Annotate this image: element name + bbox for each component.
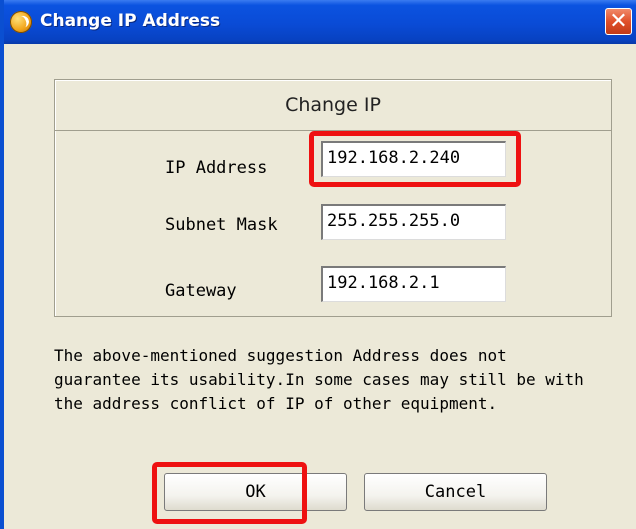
group-header: Change IP — [54, 79, 612, 131]
ip-address-label: IP Address — [165, 158, 268, 178]
app-icon — [10, 11, 32, 33]
close-icon: ✕ — [609, 8, 628, 34]
close-button[interactable]: ✕ — [605, 8, 632, 35]
title-bar[interactable]: Change IP Address ✕ — [4, 0, 636, 44]
subnet-mask-label: Subnet Mask — [165, 215, 278, 235]
cancel-button[interactable]: Cancel — [364, 473, 547, 511]
usability-notice: The above-mentioned suggestion Address d… — [54, 346, 584, 413]
ip-address-highlight — [309, 131, 521, 187]
group-title: Change IP — [285, 94, 381, 116]
ok-button-highlight — [152, 462, 307, 524]
subnet-mask-input[interactable]: 255.255.255.0 — [321, 204, 506, 240]
gateway-input[interactable]: 192.168.2.1 — [321, 266, 506, 302]
change-ip-dialog: Change IP Address ✕ Change IP IP Address… — [0, 0, 636, 529]
gateway-label: Gateway — [165, 281, 237, 301]
window-title: Change IP Address — [40, 11, 221, 31]
